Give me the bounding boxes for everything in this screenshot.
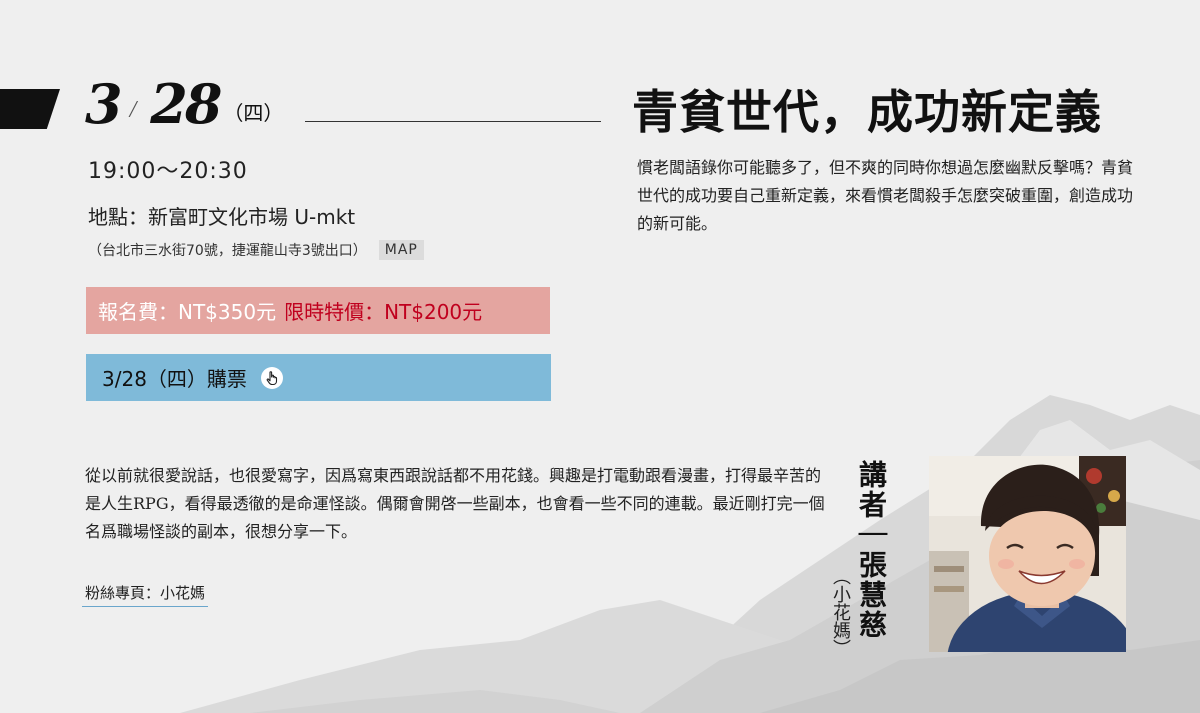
speaker-photo xyxy=(929,456,1126,652)
date-month: 3 xyxy=(85,72,123,136)
fanpage-link[interactable]: 粉絲專頁：小花媽 xyxy=(82,580,209,607)
speaker-label: 講者｜張慧慈 xyxy=(855,460,888,640)
date-divider xyxy=(305,121,601,122)
regular-fee: 報名費：NT$350元 xyxy=(98,300,277,324)
hand-pointer-icon xyxy=(260,366,283,389)
event-time: 19:00～20:30 xyxy=(88,159,248,184)
talk-description: 慣老闆語錄你可能聽多了，但不爽的同時你想過怎麼幽默反擊嗎？青貧世代的成功要自己重… xyxy=(637,158,1134,233)
event-venue: 地點：新富町文化市場 U-mkt xyxy=(88,205,356,229)
talk-title: 青貧世代，成功新定義 xyxy=(632,85,1102,139)
speaker-nickname: （小花媽） xyxy=(830,567,851,657)
buy-ticket-label: 3/28（四）購票 xyxy=(102,367,247,391)
speaker-bio: 從以前就很愛說話，也很愛寫字，因爲寫東西跟說話都不用花錢。興趣是打電動跟看漫畫，… xyxy=(85,466,825,541)
map-button[interactable]: MAP xyxy=(378,240,424,260)
date-day: 28 xyxy=(150,72,222,136)
event-address: （台北市三水街70號，捷運龍山寺3號出口） MAP xyxy=(88,240,424,260)
address-text: （台北市三水街70號，捷運龍山寺3號出口） xyxy=(88,243,367,259)
event-date: 3 / 28 （四） xyxy=(85,74,283,134)
date-separator: / xyxy=(129,97,137,123)
buy-ticket-button[interactable]: 3/28（四）購票 xyxy=(86,354,551,401)
fee-banner: 報名費：NT$350元 限時特價：NT$200元 xyxy=(86,287,550,334)
promo-fee: 限時特價：NT$200元 xyxy=(284,300,483,324)
date-weekday: （四） xyxy=(223,101,284,125)
